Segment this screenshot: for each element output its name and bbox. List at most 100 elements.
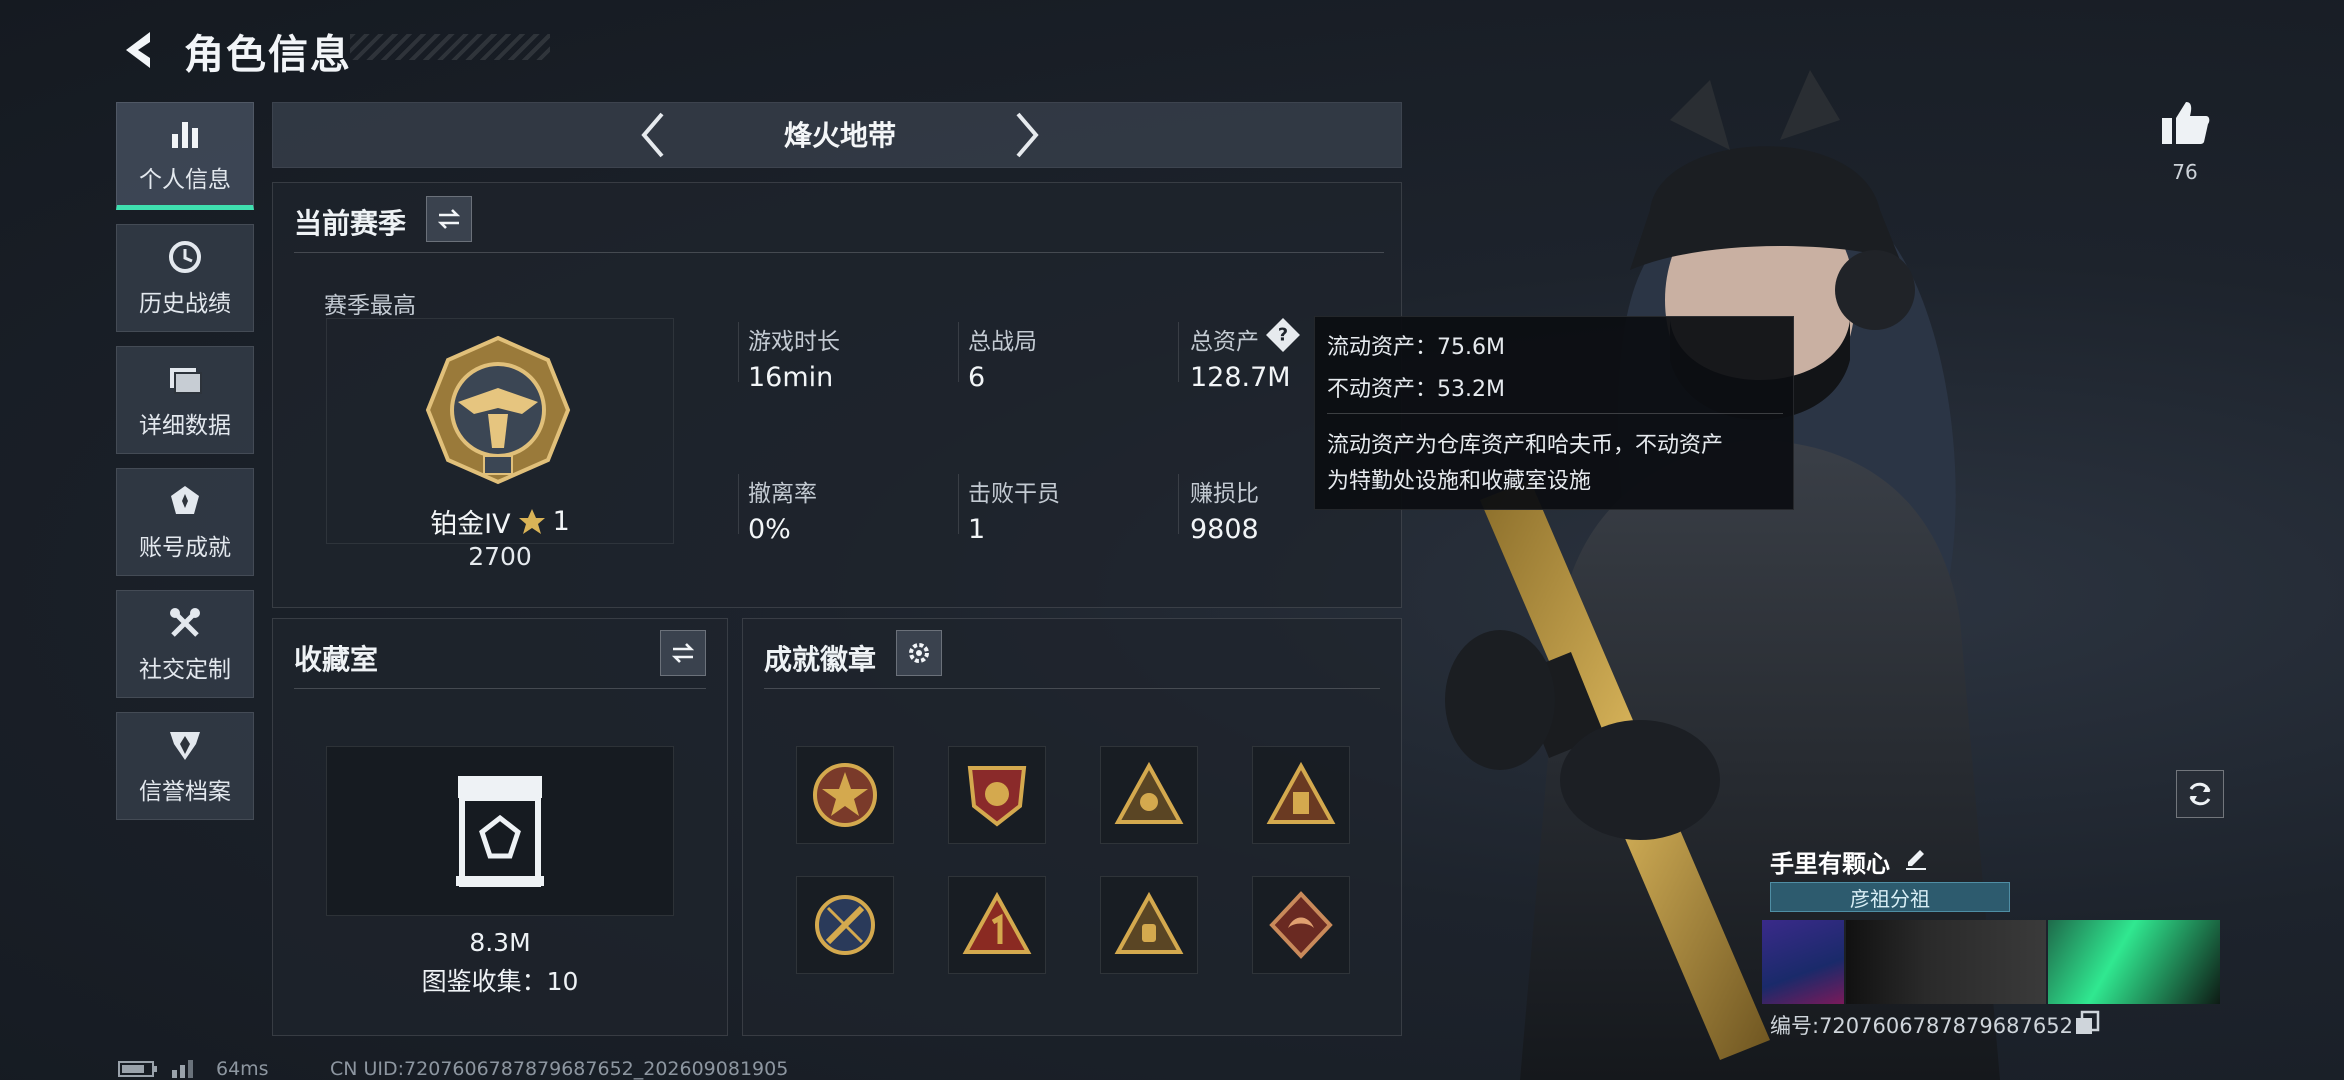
- triangle-emblem-icon: [1114, 761, 1184, 824]
- season-switch-button[interactable]: [426, 196, 472, 242]
- clock-icon: [169, 241, 201, 273]
- collection-catalog: 图鉴收集：10: [421, 967, 579, 996]
- mode-prev-button[interactable]: [630, 108, 680, 162]
- number-one-icon: [962, 891, 1032, 954]
- collection-switch-button[interactable]: [660, 630, 706, 676]
- season-best-label: 赛季最高: [324, 293, 416, 319]
- collection-divider: [294, 688, 706, 689]
- sidebar-item-history[interactable]: 历史战绩: [116, 224, 254, 332]
- collection-title: 收藏室: [294, 643, 379, 676]
- sidebar-item-label: 个人信息: [139, 167, 231, 193]
- rank-score: 2700: [468, 542, 532, 571]
- card-portrait-2: [2048, 920, 2220, 1004]
- tooltip-divider: [1327, 413, 1783, 414]
- stat-separator: [738, 474, 739, 534]
- tooltip-desc-line1: 流动资产为仓库资产和哈夫币，不动资产: [1327, 433, 1724, 458]
- stat-separator: [1178, 322, 1179, 382]
- stat-label-matches: 总战局: [968, 329, 1037, 355]
- badge-slot-1[interactable]: [796, 746, 894, 844]
- badge-slot-5[interactable]: [796, 876, 894, 974]
- like-button[interactable]: [2158, 96, 2212, 150]
- swap-icon: [671, 643, 695, 663]
- title-plate: 彦祖分祖: [1770, 882, 2010, 912]
- sidebar-item-personal-info[interactable]: 个人信息: [116, 102, 254, 210]
- edit-name-icon[interactable]: [1902, 844, 1930, 872]
- rank-emblem-icon: [425, 335, 571, 485]
- sword-badge-icon: [815, 895, 875, 955]
- tooltip-fixed-assets: 不动资产：53.2M: [1327, 377, 1505, 402]
- stat-label-kills: 击败干员: [968, 481, 1060, 507]
- star-icon: [518, 508, 545, 534]
- profile-card-strip[interactable]: [1762, 920, 2222, 1004]
- card-signature: [1846, 920, 2046, 1004]
- title-decoration: [350, 34, 550, 60]
- refresh-icon: [2189, 782, 2211, 806]
- stat-separator: [1178, 474, 1179, 534]
- sidebar-item-label: 账号成就: [139, 535, 231, 561]
- player-id: 编号:7207606787879687652: [1770, 1014, 2073, 1038]
- signal-icon: [172, 1060, 193, 1078]
- gear-icon: [909, 643, 929, 663]
- dragon-badge-icon: [1269, 891, 1333, 959]
- ping-readout: 64ms: [216, 1058, 269, 1080]
- stat-separator: [738, 322, 739, 382]
- badge-slot-4[interactable]: [1252, 746, 1350, 844]
- vault-icon: [456, 776, 544, 887]
- sidebar-item-social[interactable]: 社交定制: [116, 590, 254, 698]
- stat-label-assets: 总资产: [1190, 329, 1259, 355]
- badge-slot-2[interactable]: [948, 746, 1046, 844]
- copy-icon[interactable]: [2074, 1010, 2100, 1036]
- stat-value-kills: 1: [968, 514, 986, 545]
- badge-slot-3[interactable]: [1100, 746, 1198, 844]
- stat-label-extract-rate: 撤离率: [748, 481, 817, 507]
- stat-separator: [958, 474, 959, 534]
- sidebar-item-label: 历史战绩: [139, 291, 231, 317]
- badges-divider: [764, 688, 1380, 689]
- swap-icon: [437, 209, 461, 229]
- like-count: 76: [2172, 160, 2198, 184]
- medal-icon: [171, 486, 199, 514]
- badges-title: 成就徽章: [764, 643, 877, 676]
- tooltip-desc-line2: 为特勤处设施和收藏室设施: [1327, 469, 1592, 494]
- player-name: 手里有颗心: [1770, 850, 1890, 878]
- badge-slot-8[interactable]: [1252, 876, 1350, 974]
- stat-label-profit-ratio: 赚损比: [1190, 481, 1259, 507]
- rank-name: 铂金IV: [430, 509, 511, 540]
- help-glyph: ?: [1277, 324, 1289, 345]
- uid-readout: CN UID:7207606787879687652_202609081905: [330, 1058, 789, 1080]
- star-badge-icon: [813, 763, 877, 827]
- sidebar-item-achievements[interactable]: 账号成就: [116, 468, 254, 576]
- stat-separator: [958, 322, 959, 382]
- sidebar-item-details[interactable]: 详细数据: [116, 346, 254, 454]
- mode-next-button[interactable]: [1000, 108, 1050, 162]
- shield-wing-icon: [170, 732, 200, 760]
- triangle-tower-icon: [1266, 761, 1336, 824]
- season-divider: [294, 252, 1384, 253]
- stat-value-assets: 128.7M: [1190, 362, 1291, 393]
- stat-value-playtime: 16min: [748, 362, 834, 393]
- assets-tooltip: 流动资产：75.6M 不动资产：53.2M 流动资产为仓库资产和哈夫币，不动资产…: [1314, 316, 1794, 510]
- page-title: 角色信息: [184, 32, 352, 78]
- badges-settings-button[interactable]: [896, 630, 942, 676]
- title-plate-text: 彦祖分祖: [1850, 886, 1930, 911]
- stat-value-profit-ratio: 9808: [1190, 514, 1259, 545]
- triangle-lantern-icon: [1114, 891, 1184, 954]
- tooltip-liquid-assets: 流动资产：75.6M: [1327, 335, 1505, 360]
- sidebar-item-label: 社交定制: [139, 657, 231, 683]
- rank-stars: 1: [552, 506, 570, 537]
- battery-icon: [118, 1061, 157, 1077]
- badge-slot-6[interactable]: [948, 876, 1046, 974]
- shield-badge-icon: [967, 766, 1027, 827]
- rank-name-row: 铂金IV 1: [326, 502, 674, 541]
- stat-value-extract-rate: 0%: [748, 514, 791, 545]
- sidebar-item-label: 详细数据: [139, 413, 231, 439]
- badge-slot-7[interactable]: [1100, 876, 1198, 974]
- bar-chart-icon: [172, 122, 198, 148]
- mode-name: 烽火地带: [783, 119, 896, 152]
- stat-value-matches: 6: [968, 362, 986, 393]
- refresh-button[interactable]: [2176, 770, 2224, 818]
- sidebar-item-label: 信誉档案: [139, 779, 231, 805]
- card-portrait-1: [1762, 920, 1844, 1004]
- sidebar-item-reputation[interactable]: 信誉档案: [116, 712, 254, 820]
- back-button[interactable]: [118, 28, 162, 72]
